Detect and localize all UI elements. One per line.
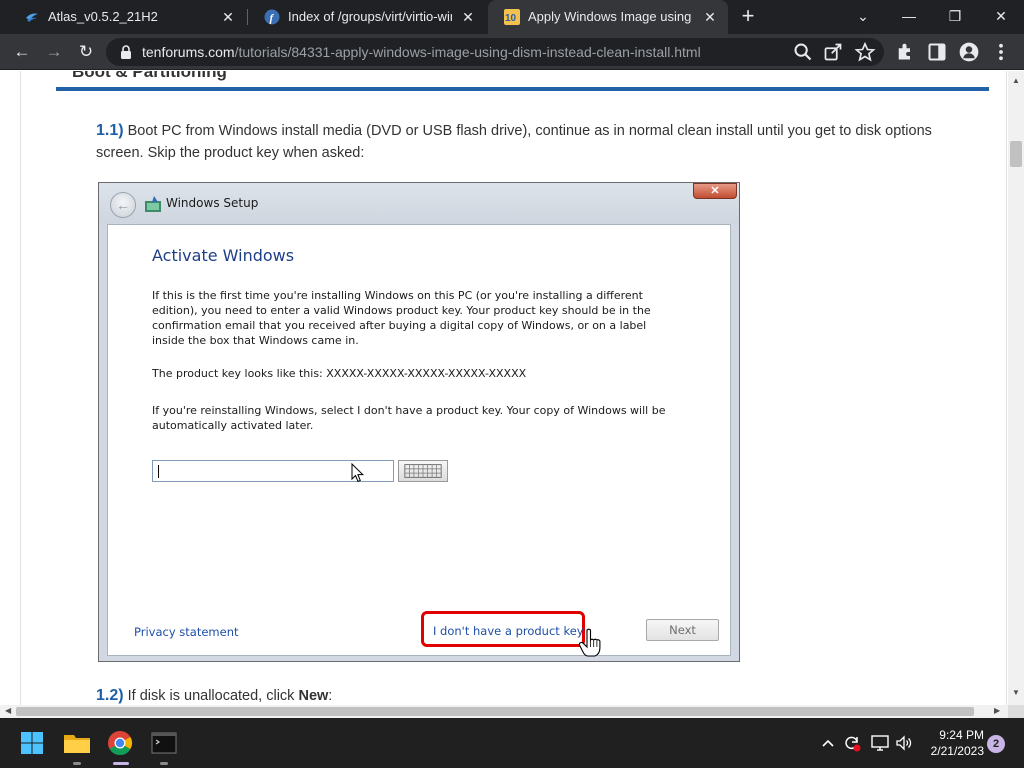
setup-paragraph-1: If this is the first time you're install… xyxy=(152,289,651,347)
vertical-scrollbar[interactable]: ▲ ▼ xyxy=(1008,71,1024,705)
setup-panel: Activate Windows If this is the first ti… xyxy=(107,224,731,657)
active-indicator xyxy=(113,762,129,765)
horizontal-scrollbar[interactable]: ◀ ▶ xyxy=(0,705,1008,718)
setup-back-button: ← xyxy=(110,192,136,218)
url-path: /tutorials/84331-apply-windows-image-usi… xyxy=(234,44,701,60)
setup-close-icon: ✕ xyxy=(693,183,737,199)
share-icon[interactable] xyxy=(822,42,844,62)
page-content: Boot & Partitioning 1.1) Boot PC from Wi… xyxy=(0,71,1008,705)
tab-title: Index of /groups/virt/virtio-win/d xyxy=(288,9,452,24)
address-bar[interactable]: tenforums.com/tutorials/84331-apply-wind… xyxy=(106,38,884,66)
step-1-1: 1.1) Boot PC from Windows install media … xyxy=(96,120,976,164)
clock-date: 2/21/2023 xyxy=(930,744,984,758)
windows-setup-screenshot: ← Windows Setup ✕ Activate Windows If th… xyxy=(98,182,740,662)
minimize-button[interactable]: — xyxy=(886,0,932,34)
tab-virtio-index[interactable]: f Index of /groups/virt/virtio-win/d ✕ xyxy=(248,0,486,34)
forward-button[interactable]: → xyxy=(40,38,68,66)
reload-button[interactable]: ↻ xyxy=(72,38,100,66)
display-icon[interactable] xyxy=(870,733,890,753)
windows-start-icon[interactable] xyxy=(16,727,48,759)
lock-icon[interactable] xyxy=(118,44,134,60)
hand-pointer-icon xyxy=(578,628,601,657)
close-tab-icon[interactable]: ✕ xyxy=(458,0,478,34)
file-explorer-icon[interactable] xyxy=(61,727,93,759)
restore-button[interactable]: ❐ xyxy=(932,0,978,34)
chevron-up-icon[interactable] xyxy=(818,733,838,753)
tab-atlas[interactable]: Atlas_v0.5.2_21H2 ✕ xyxy=(8,0,246,34)
star-icon[interactable] xyxy=(854,42,876,62)
step-number: 1.2) xyxy=(96,687,124,704)
browser-toolbar: ← → ↻ tenforums.com/tutorials/84331-appl… xyxy=(0,34,1024,70)
tab-apply-windows-image[interactable]: 10 Apply Windows Image using DISM ✕ xyxy=(488,0,728,34)
scroll-right-icon[interactable]: ▶ xyxy=(994,706,1000,715)
content-border-right xyxy=(1006,71,1007,705)
activate-windows-heading: Activate Windows xyxy=(152,246,295,265)
clock[interactable]: 9:24 PM 2/21/2023 xyxy=(920,727,984,759)
no-product-key-link: I don't have a product key xyxy=(433,624,584,638)
profile-icon[interactable] xyxy=(958,42,980,62)
extensions-icon[interactable] xyxy=(894,42,916,62)
horizontal-scroll-thumb[interactable] xyxy=(16,707,974,716)
volume-icon[interactable] xyxy=(894,733,914,753)
search-icon[interactable] xyxy=(792,42,814,62)
setup-window-title: Windows Setup xyxy=(166,196,259,210)
notification-badge[interactable]: 2 xyxy=(987,735,1005,753)
on-screen-keyboard-icon xyxy=(398,460,448,482)
step-text: If disk is unallocated, click xyxy=(127,688,299,704)
browser-tab-strip: Atlas_v0.5.2_21H2 ✕ f Index of /groups/v… xyxy=(0,0,1024,34)
close-tab-icon[interactable]: ✕ xyxy=(700,0,720,34)
scroll-corner xyxy=(1008,705,1024,718)
tab-search-button[interactable]: ⌄ xyxy=(840,0,886,34)
privacy-statement-link: Privacy statement xyxy=(134,625,239,639)
step-1-2: 1.2) If disk is unallocated, click New: xyxy=(96,685,976,705)
new-tab-button[interactable]: + xyxy=(736,0,760,34)
url-text: tenforums.com/tutorials/84331-apply-wind… xyxy=(142,38,701,66)
setup-paragraph-2: The product key looks like this: XXXXX-X… xyxy=(152,367,527,380)
atlas-icon xyxy=(26,13,38,22)
chrome-icon[interactable] xyxy=(104,727,136,759)
section-heading: Boot & Partitioning xyxy=(72,71,227,81)
mouse-cursor-icon xyxy=(351,463,364,483)
window-close-button[interactable]: ✕ xyxy=(978,0,1024,34)
vertical-scroll-thumb[interactable] xyxy=(1010,141,1022,167)
sync-alert-icon[interactable] xyxy=(842,733,862,753)
text-caret xyxy=(158,465,159,478)
step-text: Boot PC from Windows install media (DVD … xyxy=(96,123,932,161)
windows-taskbar: 9:24 PM 2/21/2023 2 xyxy=(0,718,1024,768)
content-border-left xyxy=(20,71,21,705)
running-indicator xyxy=(160,762,168,765)
close-tab-icon[interactable]: ✕ xyxy=(218,0,238,34)
scroll-up-icon[interactable]: ▲ xyxy=(1012,76,1020,85)
scroll-left-icon[interactable]: ◀ xyxy=(5,706,11,715)
heading-rule xyxy=(56,87,989,91)
windows-setup-icon xyxy=(145,196,161,212)
clock-time: 9:24 PM xyxy=(939,728,984,742)
fedora-icon: f xyxy=(264,9,280,25)
running-indicator xyxy=(73,762,81,765)
step-number: 1.1) xyxy=(96,122,124,139)
scroll-down-icon[interactable]: ▼ xyxy=(1012,688,1020,697)
svg-text:10: 10 xyxy=(505,13,517,24)
menu-icon[interactable] xyxy=(990,42,1012,62)
tab-title: Apply Windows Image using DISM xyxy=(528,9,694,24)
url-domain: tenforums.com xyxy=(142,44,235,60)
setup-paragraph-3: If you're reinstalling Windows, select I… xyxy=(152,404,666,432)
tenforums-icon: 10 xyxy=(504,9,520,25)
tab-title: Atlas_v0.5.2_21H2 xyxy=(48,9,158,24)
side-panel-icon[interactable] xyxy=(926,42,948,62)
step-text-end: : xyxy=(328,688,333,704)
terminal-icon[interactable] xyxy=(148,727,180,759)
setup-next-button: Next xyxy=(646,619,719,641)
step-bold-text: New xyxy=(298,688,329,704)
back-button[interactable]: ← xyxy=(8,38,36,66)
